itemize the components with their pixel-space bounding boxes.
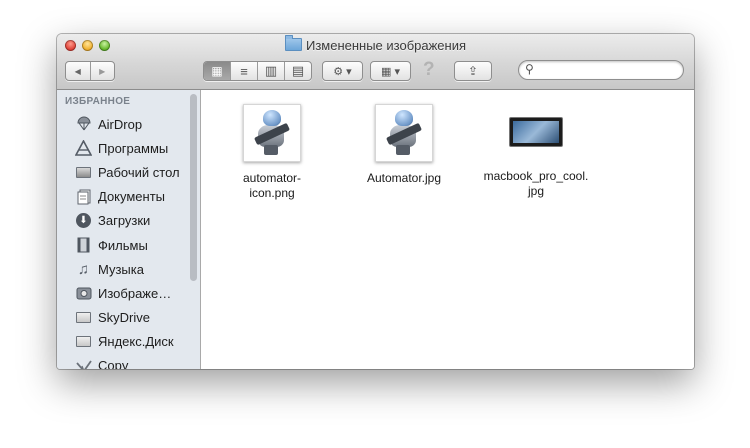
forward-arrow-icon: ▶: [99, 66, 106, 76]
column-view-icon: ▥: [264, 63, 278, 78]
titlebar: Измененные изображения ◀ ▶ ▦ ≡ ▥ ▤ ⚙ ▾ ▦…: [57, 34, 694, 90]
window-title-wrap: Измененные изображения: [57, 35, 694, 54]
coverflow-view-icon: ▤: [291, 63, 305, 78]
downloads-icon: ⬇: [75, 212, 92, 229]
window-title: Измененные изображения: [305, 38, 467, 53]
automator-icon: [252, 110, 292, 156]
pictures-icon: [75, 285, 92, 302]
copy-icon: [75, 357, 92, 369]
documents-icon: [75, 188, 92, 205]
column-view-button[interactable]: ▥: [258, 62, 285, 80]
desktop-icon: [75, 164, 92, 181]
sidebar-item-label: SkyDrive: [98, 310, 151, 326]
icon-view-button[interactable]: ▦: [204, 62, 231, 80]
music-icon: ♫: [77, 260, 90, 278]
share-icon: ⇪: [467, 64, 479, 78]
list-view-icon: ≡: [240, 63, 248, 79]
file-thumbnail: [375, 104, 433, 162]
movies-icon: [75, 237, 92, 254]
file-name: Automator.jpg: [366, 171, 442, 185]
sidebar-scrollbar[interactable]: [190, 94, 197, 369]
back-forward-control: ◀ ▶: [65, 61, 115, 81]
sidebar-item-pictures[interactable]: Изображе…: [57, 281, 185, 305]
icon-view-icon: ▦: [211, 64, 223, 78]
sidebar-item-copy[interactable]: Copy: [57, 354, 185, 369]
sidebar-item-documents[interactable]: Документы: [57, 185, 185, 209]
sidebar-item-label: AirDrop: [98, 116, 143, 132]
sidebar-item-label: Программы: [98, 140, 169, 156]
sidebar-list: AirDrop Программы Рабочий стол Документы…: [57, 112, 185, 369]
back-arrow-icon: ◀: [74, 66, 81, 76]
file-item[interactable]: Automator.jpg: [349, 104, 459, 186]
file-name: automator- icon.png: [242, 171, 302, 200]
sidebar-item-label: Фильмы: [98, 237, 148, 253]
sidebar-item-music[interactable]: ♫ Музыка: [57, 257, 185, 281]
sidebar-item-skydrive[interactable]: SkyDrive: [57, 306, 185, 330]
back-button[interactable]: ◀: [66, 62, 91, 80]
file-thumbnail: [508, 104, 564, 160]
file-item[interactable]: automator- icon.png: [217, 104, 327, 201]
arrange-icon: ▦ ▾: [381, 65, 400, 78]
sidebar-item-yandex-disk[interactable]: Яндекс.Диск: [57, 330, 185, 354]
macbook-image-icon: [509, 117, 563, 147]
share-button[interactable]: ⇪: [454, 61, 492, 81]
sidebar-item-label: Музыка: [98, 261, 144, 277]
sidebar-item-label: Яндекс.Диск: [98, 334, 174, 350]
file-name: macbook_pro_cool. jpg: [483, 169, 589, 198]
folder-icon: [75, 333, 92, 350]
view-mode-control: ▦ ≡ ▥ ▤: [203, 61, 312, 81]
arrange-button[interactable]: ▦ ▾: [370, 61, 411, 81]
automator-icon: [384, 110, 424, 156]
sidebar-item-label: Рабочий стол: [98, 164, 180, 180]
action-button[interactable]: ⚙ ▾: [322, 61, 363, 81]
sidebar: ИЗБРАННОЕ AirDrop Программы Рабочий стол: [57, 90, 201, 369]
sidebar-item-label: Документы: [98, 189, 166, 205]
file-thumbnail: [243, 104, 301, 162]
sidebar-item-label: Изображе…: [98, 285, 172, 301]
sidebar-scroll-thumb[interactable]: [190, 94, 197, 281]
sidebar-item-downloads[interactable]: ⬇ Загрузки: [57, 209, 185, 233]
file-item[interactable]: macbook_pro_cool. jpg: [481, 104, 591, 199]
search-field[interactable]: ⚲: [518, 60, 684, 80]
airdrop-icon: [75, 116, 92, 133]
help-icon[interactable]: ?: [423, 59, 435, 81]
sidebar-item-label: Загрузки: [98, 213, 151, 229]
finder-window: Измененные изображения ◀ ▶ ▦ ≡ ▥ ▤ ⚙ ▾ ▦…: [57, 34, 694, 369]
sidebar-item-airdrop[interactable]: AirDrop: [57, 112, 185, 136]
folder-icon: [75, 309, 92, 326]
sidebar-item-movies[interactable]: Фильмы: [57, 233, 185, 257]
gear-icon: ⚙ ▾: [333, 65, 352, 78]
sidebar-section-favorites: ИЗБРАННОЕ: [65, 96, 131, 107]
file-area: automator- icon.png Automator.jpg macboo…: [201, 90, 694, 369]
folder-icon: [284, 35, 302, 51]
sidebar-item-desktop[interactable]: Рабочий стол: [57, 160, 185, 184]
applications-icon: [75, 140, 92, 157]
sidebar-item-label: Copy: [98, 358, 129, 369]
coverflow-view-button[interactable]: ▤: [285, 62, 311, 80]
search-icon: ⚲: [525, 62, 534, 76]
sidebar-item-applications[interactable]: Программы: [57, 136, 185, 160]
forward-button[interactable]: ▶: [91, 62, 115, 80]
list-view-button[interactable]: ≡: [231, 62, 258, 80]
